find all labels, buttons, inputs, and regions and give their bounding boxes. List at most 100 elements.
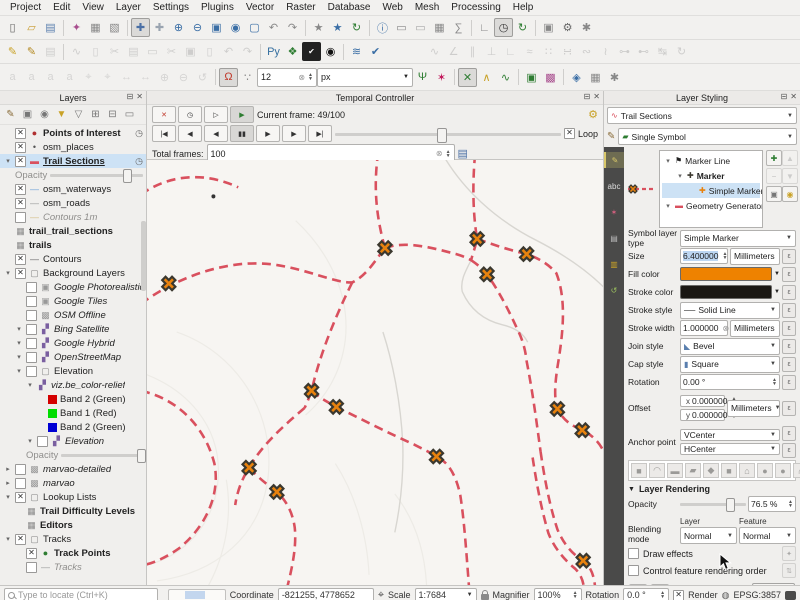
preset-shape-9[interactable]: ∩ — [793, 463, 800, 478]
new-bookmark-icon[interactable]: ★ — [309, 18, 328, 37]
styling-layer-select[interactable]: ∿ Trail Sections▼ — [607, 107, 797, 124]
duplicate-symbol-layer-button[interactable]: ▣ — [766, 186, 782, 202]
skip-to-end-button[interactable]: ▶| — [308, 125, 332, 142]
layer-visibility-checkbox[interactable]: ✕ — [15, 198, 26, 209]
feature-blend-select[interactable]: Normal▼ — [739, 527, 796, 544]
layer-item-contours[interactable]: ✕—Contours — [0, 252, 146, 266]
layer-visibility-checkbox[interactable] — [37, 436, 48, 447]
layer-item-osm-waterways[interactable]: ✕—osm_waterways — [0, 182, 146, 196]
layer-item-marvao[interactable]: ▸▩marvao — [0, 476, 146, 490]
layer-visibility-checkbox[interactable] — [26, 310, 37, 321]
symbol-tree-item-simple-marker[interactable]: ✚Simple Marker — [662, 183, 760, 198]
temporal-panel-close-icon[interactable]: ✕ — [593, 92, 600, 101]
layer-item-google-hybrid[interactable]: ▾▞Google Hybrid — [0, 336, 146, 350]
layers-scrollbar[interactable] — [141, 221, 146, 291]
temporal-panel-float-button[interactable]: ⊟ — [584, 92, 591, 101]
layer-item-trail-trail-sections[interactable]: ▦trail_trail_sections — [0, 224, 146, 238]
symbol-tree-item-marker-line[interactable]: ▾⚑Marker Line — [662, 153, 760, 168]
trail-junction-marker[interactable] — [477, 264, 497, 284]
layer-visibility-checkbox[interactable]: ✕ — [15, 492, 26, 503]
opacity-slider[interactable] — [50, 169, 143, 181]
pause-button[interactable]: ▮▮ — [230, 125, 254, 142]
layout-manager-icon[interactable]: ▧ — [105, 18, 124, 37]
map-canvas[interactable] — [147, 160, 603, 585]
extents-icon[interactable]: ⌖ — [378, 589, 384, 600]
layer-item-viz-be-color-relief[interactable]: ▾▞viz.be_color-relief — [0, 378, 146, 392]
layer-visibility-checkbox[interactable] — [15, 464, 26, 475]
offset-override-button[interactable]: ε — [782, 401, 796, 416]
layer-visibility-checkbox[interactable]: ✕ — [15, 184, 26, 195]
lock-symbol-color-button[interactable]: ◉ — [782, 186, 798, 202]
layer-item-openstreetmap[interactable]: ▾▞OpenStreetMap — [0, 350, 146, 364]
animated-navigation-button[interactable]: ▶ — [230, 106, 254, 123]
stroke-style-override-button[interactable]: ε — [782, 303, 796, 318]
join-style-select[interactable]: ◣Bevel▼ — [680, 338, 780, 355]
temporal-slider[interactable] — [335, 128, 561, 140]
layer-item-google-tiles[interactable]: ▣Google Tiles — [0, 294, 146, 308]
tab-3d-view[interactable]: ▤ — [605, 230, 623, 246]
anchor-vcenter-select[interactable]: VCenter▼ — [680, 429, 780, 441]
layer-item-marvao-detailed[interactable]: ▸▩marvao-detailed — [0, 462, 146, 476]
digitize-curve-icon[interactable]: ∿ — [496, 68, 515, 87]
collapse-arrow-icon[interactable]: ▼ — [628, 486, 635, 493]
crs-status-button[interactable]: EPSG:3857 — [733, 590, 781, 600]
animated-cumulative-button[interactable]: ▷ — [204, 106, 228, 123]
expander-icon[interactable]: ▾ — [4, 269, 12, 277]
expander-icon[interactable]: ▾ — [4, 493, 12, 501]
fill-color-override-button[interactable]: ε — [782, 267, 796, 282]
layer-item-elevation[interactable]: ▾▢Elevation — [0, 364, 146, 378]
expander-icon[interactable]: ▾ — [26, 437, 34, 445]
loop-checkbox[interactable]: ✕ — [564, 128, 575, 139]
plugin-extra-b-icon[interactable]: ▩ — [541, 68, 560, 87]
open-project-icon[interactable]: ▱ — [22, 18, 41, 37]
current-edits-icon[interactable]: ✎ — [3, 42, 22, 61]
layer-visibility-checkbox[interactable] — [26, 324, 37, 335]
opacity-slider-row[interactable]: Opacity — [0, 168, 146, 182]
rotation-override-button[interactable]: ε — [782, 375, 796, 390]
trail-line[interactable] — [533, 458, 585, 586]
menu-web[interactable]: Web — [377, 2, 407, 13]
save-project-icon[interactable]: ▤ — [41, 18, 60, 37]
new-project-icon[interactable]: ▯ — [3, 18, 22, 37]
deselect-features-icon[interactable]: ▭ — [411, 18, 430, 37]
refresh-map-icon[interactable]: ↻ — [347, 18, 366, 37]
export-animation-icon[interactable]: ▤ — [458, 147, 468, 160]
trail-junction-marker[interactable] — [517, 244, 537, 264]
mesh-editing-icon[interactable]: ▦ — [586, 68, 605, 87]
field-calculator-icon[interactable]: ∑ — [449, 18, 468, 37]
preset-shape-2[interactable]: ▬ — [667, 463, 683, 478]
cap-style-override-button[interactable]: ε — [782, 357, 796, 372]
add-symbol-layer-button[interactable]: ✚ — [766, 150, 782, 166]
zoom-out-icon[interactable]: ⊖ — [188, 18, 207, 37]
expander-icon[interactable]: ▾ — [15, 325, 23, 333]
trail-junction-marker[interactable] — [327, 397, 347, 417]
snapping-type-icon[interactable]: ∵ — [238, 68, 257, 87]
opacity-slider-row[interactable]: Opacity — [0, 448, 146, 462]
layer-item-background-layers[interactable]: ▾✕▢Background Layers — [0, 266, 146, 280]
expander-icon[interactable]: ▾ — [664, 202, 672, 210]
snapping-on-intersection-icon[interactable]: ✶ — [432, 68, 451, 87]
zoom-last-icon[interactable]: ↶ — [264, 18, 283, 37]
remove-layer-icon[interactable]: ▭ — [122, 107, 137, 122]
trail-junction-marker[interactable] — [302, 381, 322, 401]
layer-item-band-1-red-[interactable]: Band 1 (Red) — [0, 406, 146, 420]
previous-frame-button[interactable]: ◀ — [178, 125, 202, 142]
symbol-tree-item-marker[interactable]: ▾✚Marker — [662, 168, 760, 183]
processing-toolbox-icon[interactable]: ⚙ — [558, 18, 577, 37]
osm-place-search-icon[interactable]: ≋ — [347, 42, 366, 61]
opacity-slider[interactable] — [61, 449, 143, 461]
undo-style-button[interactable]: ↶ — [629, 584, 647, 586]
stroke-color-override-button[interactable]: ε — [782, 285, 796, 300]
processing-history-icon[interactable]: ◉ — [321, 42, 340, 61]
locate-input[interactable]: Type to locate (Ctrl+K) — [4, 588, 158, 600]
offset-y-spinbox[interactable]: y0.000000▲▼ — [680, 409, 725, 421]
menu-database[interactable]: Database — [323, 2, 376, 13]
trail-junction-marker[interactable] — [548, 399, 568, 419]
draw-effects-options-button[interactable]: ✦ — [782, 546, 796, 561]
play-forward-button[interactable]: ▶ — [256, 125, 280, 142]
layer-visibility-checkbox[interactable]: ✕ — [26, 548, 37, 559]
anchor-h-override-button[interactable]: ε — [782, 443, 796, 458]
layer-visibility-checkbox[interactable]: ✕ — [15, 128, 26, 139]
apply-button[interactable]: Apply — [752, 583, 795, 585]
stroke-width-unit-select[interactable]: Millimeters▼ — [730, 320, 780, 337]
